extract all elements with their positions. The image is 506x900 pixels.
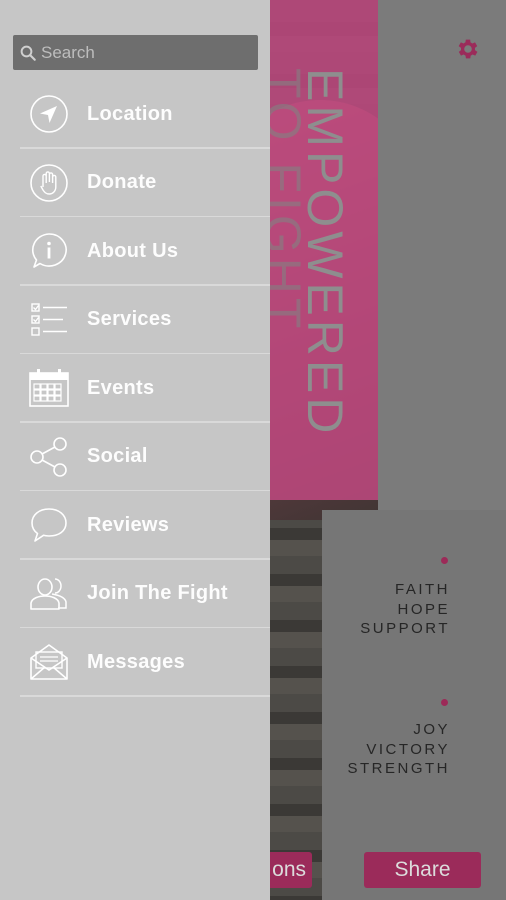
menu-item-label: Events: [87, 376, 155, 399]
share-nodes-icon: [28, 436, 70, 478]
menu-item-label: Donate: [87, 171, 157, 194]
search-icon: [17, 42, 39, 64]
gear-icon[interactable]: [455, 36, 481, 62]
bullet-dot: [441, 699, 448, 706]
menu-item-label: Social: [87, 445, 148, 468]
menu-item-reviews[interactable]: Reviews: [0, 491, 270, 560]
checklist-icon: [28, 299, 70, 341]
share-button[interactable]: Share: [364, 852, 481, 888]
menu-item-messages[interactable]: Messages: [0, 628, 270, 697]
menu-item-about-us[interactable]: About Us: [0, 217, 270, 286]
share-button-label: Share: [394, 858, 451, 881]
word-faith: FAITH: [394, 581, 450, 598]
calendar-icon: [28, 367, 70, 409]
search-bar[interactable]: [13, 35, 258, 70]
menu-item-label: About Us: [87, 239, 179, 262]
word-victory: VICTORY: [366, 740, 450, 758]
menu-item-events[interactable]: Events: [0, 354, 270, 423]
menu-item-label: Messages: [87, 650, 186, 673]
navigation-drawer: Location Donate About Us: [0, 0, 270, 900]
words-top: FAITH HOPE SUPPORT: [360, 580, 450, 639]
word-hope: HOPE: [397, 600, 450, 618]
search-input[interactable]: [39, 42, 241, 63]
hand-icon: [28, 162, 70, 204]
drawer-menu: Location Donate About Us Services Events…: [0, 80, 270, 697]
menu-item-social[interactable]: Social: [0, 423, 270, 492]
menu-item-join-the-fight[interactable]: Join The Fight: [0, 560, 270, 629]
envelope-icon: [28, 641, 70, 683]
menu-item-donate[interactable]: Donate: [0, 149, 270, 218]
words-bottom: JOY VICTORY STRENGTH: [348, 720, 451, 779]
menu-item-label: Location: [87, 102, 173, 125]
hero-gray-band: [378, 0, 506, 510]
menu-item-services[interactable]: Services: [0, 286, 270, 355]
info-bubble-icon: [28, 230, 70, 272]
menu-item-label: Join The Fight: [87, 582, 228, 605]
word-joy: JOY: [413, 721, 450, 738]
word-support: SUPPORT: [360, 620, 450, 637]
left-action-label: ons: [272, 858, 306, 881]
menu-item-label: Reviews: [87, 513, 170, 536]
bullet-dot: [441, 557, 448, 564]
words-panel: [322, 510, 506, 900]
location-arrow-icon: [28, 93, 70, 135]
hero-text: EMPOWERED: [297, 68, 353, 438]
users-icon: [28, 573, 70, 615]
menu-item-location[interactable]: Location: [0, 80, 270, 149]
word-strength: STRENGTH: [347, 760, 450, 777]
menu-item-label: Services: [87, 308, 172, 331]
speech-bubble-icon: [28, 504, 70, 546]
